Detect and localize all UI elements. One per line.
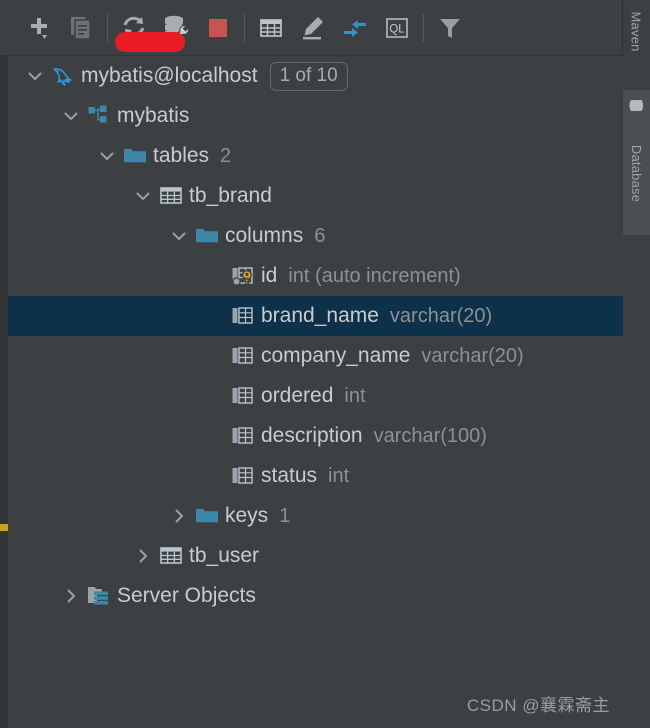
tree-item-meta: 6 [314,224,326,247]
database-tree: mybatis@localhost 1 of 10 mybatis tables 2 tb… [8,55,623,728]
tree-item-column-description[interactable]: description varchar(100) [8,416,623,456]
chevron-down-icon[interactable] [130,176,156,216]
collapse-all-button[interactable] [334,6,376,50]
chevron-down-icon[interactable] [94,136,120,176]
red-highlight-pill [115,32,185,52]
watermark: CSDN @襄霖斋主 [466,696,610,715]
toolbar-separator-3 [423,13,424,42]
data-editor-button[interactable] [250,6,292,50]
folder-icon [192,216,222,256]
toolbar: QL [8,0,623,56]
chevron-right-icon[interactable] [58,576,84,616]
tree-item-label: tables [153,144,210,167]
toolbar-separator-2 [244,13,245,42]
svg-text:QL: QL [389,23,405,35]
server-objects-icon [84,576,114,616]
chevron-right-icon[interactable] [130,536,156,576]
column-icon [228,456,258,496]
tree-item-label: status [261,464,318,487]
chevron-down-icon[interactable] [166,216,192,256]
tool-tab-maven[interactable]: Maven [623,0,650,62]
connection-count-badge: 1 of 10 [269,61,348,91]
tool-tab-database-label: Database [629,144,644,203]
tree-item-label: company_name [261,344,411,367]
tree-item-table-tb-brand[interactable]: tb_brand [8,176,623,216]
tree-item-columns-folder[interactable]: columns 6 [8,216,623,256]
tree-item-tables-folder[interactable]: tables 2 [8,136,623,176]
tree-item-meta: int [328,464,350,487]
tree-twisty-none [202,456,228,496]
tree-item-column-status[interactable]: status int [8,456,623,496]
mysql-dolphin-icon [48,56,78,96]
chevron-down-icon[interactable] [58,96,84,136]
tree-item-meta: varchar(20) [421,344,524,367]
modify-button[interactable] [292,6,334,50]
tree-twisty-none [202,256,228,296]
tree-item-table-tb-user[interactable]: tb_user [8,536,623,576]
stop-button[interactable] [197,6,239,50]
tree-item-meta: int [344,384,366,407]
left-gutter-top [0,0,8,55]
tree-item-label: keys [225,504,269,527]
add-button[interactable] [18,6,60,50]
tree-item-label: description [261,424,363,447]
filter-button[interactable] [429,6,471,50]
tree-item-meta: varchar(20) [389,304,493,327]
tree-item-meta: int (auto increment) [288,264,461,287]
tree-item-column-brand-name[interactable]: brand_name varchar(20) [8,296,623,336]
database-icon [629,98,644,116]
tree-item-label: mybatis [117,104,190,127]
folder-icon [192,496,222,536]
tool-window-tabs: Maven Database [622,0,650,728]
tree-item-label: brand_name [261,304,379,327]
tree-item-connection[interactable]: mybatis@localhost 1 of 10 [8,56,623,96]
left-gutter [0,0,8,728]
column-icon [228,296,258,336]
tree-item-schema[interactable]: mybatis [8,96,623,136]
tree-item-meta: 2 [220,144,232,167]
database-tool-window: QL Maven Database mybatis@localhost 1 of… [0,0,650,728]
toolbar-separator-1 [107,13,108,42]
tree-item-server-objects[interactable]: Server Objects [8,576,623,616]
tree-twisty-none [202,376,228,416]
tree-item-keys-folder[interactable]: keys 1 [8,496,623,536]
column-icon [228,336,258,376]
tree-item-column-company-name[interactable]: company_name varchar(20) [8,336,623,376]
table-icon [156,176,186,216]
tree-item-label: tb_user [189,544,260,567]
chevron-down-icon[interactable] [22,56,48,96]
tree-item-column-ordered[interactable]: ordered int [8,376,623,416]
column-icon [228,416,258,456]
tree-item-meta: varchar(100) [373,424,487,447]
folder-icon [120,136,150,176]
tree-item-meta: 1 [279,504,291,527]
tree-item-label: id [261,264,278,287]
query-console-button[interactable]: QL [376,6,418,50]
tree-item-column-id[interactable]: id int (auto increment) [8,256,623,296]
tree-item-label: ordered [261,384,334,407]
column-key-icon [228,256,258,296]
tree-item-label: Server Objects [117,584,256,607]
tree-twisty-none [202,336,228,376]
tree-item-label: mybatis@localhost [81,64,258,87]
tree-item-label: tb_brand [189,184,272,207]
table-icon [156,536,186,576]
duplicate-button[interactable] [60,6,102,50]
schema-icon [84,96,114,136]
tree-twisty-none [202,416,228,456]
tool-tab-maven-label: Maven [629,10,644,52]
column-icon [228,376,258,416]
tree-twisty-none [202,296,228,336]
gutter-marker[interactable] [0,524,8,531]
chevron-right-icon[interactable] [166,496,192,536]
tool-tab-database[interactable]: Database [623,90,650,235]
tree-item-label: columns [225,224,304,247]
